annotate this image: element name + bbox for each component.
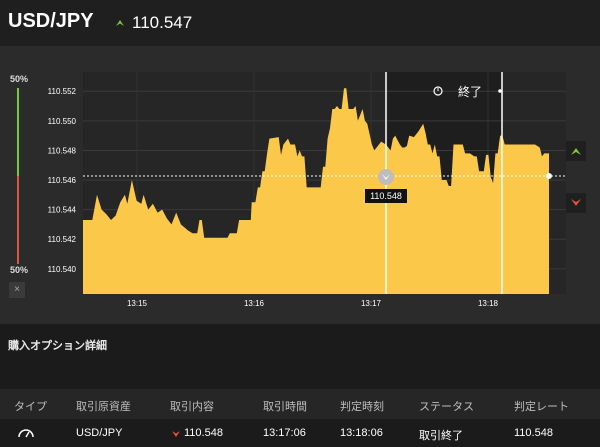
row-trade-time: 13:17:06 [263,427,306,439]
entry-marker-circle [378,169,394,185]
price-chart: 110.552 110.550 110.548 110.546 110.544 110.5… [48,72,586,308]
y-tick-label: 110.544 [48,206,77,215]
col-content: 取引内容 [170,401,214,413]
x-tick-label: 13:17 [361,299,382,308]
col-type: タイプ [14,401,47,413]
up-arrow-icon [116,20,124,26]
row-rate: 110.548 [514,427,553,439]
current-price-dot [546,173,552,179]
y-tick-label: 110.548 [48,146,77,155]
entry-price-label: 110.548 [370,191,402,201]
currency-pair: USD/JPY [8,10,94,32]
col-trade-time: 取引時間 [263,401,307,413]
col-judge-time: 判定時刻 [340,401,384,413]
details-title: 購入オプション詳細 [8,340,107,352]
y-tick-label: 110.550 [48,117,77,126]
row-asset: USD/JPY [76,427,123,439]
end-dot [498,89,502,93]
x-tick-label: 13:15 [127,299,148,308]
col-rate: 判定レート [514,401,569,413]
y-tick-label: 110.542 [48,235,77,244]
row-judge-time: 13:18:06 [340,427,383,439]
x-tick-label: 13:16 [244,299,265,308]
y-axis-labels: 110.552 110.550 110.548 110.546 110.544 110.5… [48,87,77,274]
table-row[interactable]: USD/JPY 110.548 13:17:06 13:18:06 取引終了 1… [0,419,600,447]
y-tick-label: 110.552 [48,87,77,96]
col-status: ステータス [419,401,474,413]
down-arrow-icon [172,431,180,437]
header-bar: USD/JPY 110.547 [0,0,600,46]
row-content: 110.548 [184,427,223,439]
gauge-icon [18,429,34,438]
x-tick-label: 13:18 [478,299,499,308]
row-status: 取引終了 [419,430,463,442]
x-axis-labels: 13:15 13:16 13:17 13:18 [127,299,499,308]
end-label: 終了 [458,84,482,99]
call-button[interactable] [566,141,586,161]
y-tick-label: 110.540 [48,265,77,274]
details-table-header: タイプ 取引原資産 取引内容 取引時間 判定時刻 ステータス 判定レート [0,389,600,419]
put-button[interactable] [566,193,586,213]
current-price: 110.547 [132,13,193,32]
col-asset: 取引原資産 [76,401,131,413]
y-tick-label: 110.546 [48,176,77,185]
